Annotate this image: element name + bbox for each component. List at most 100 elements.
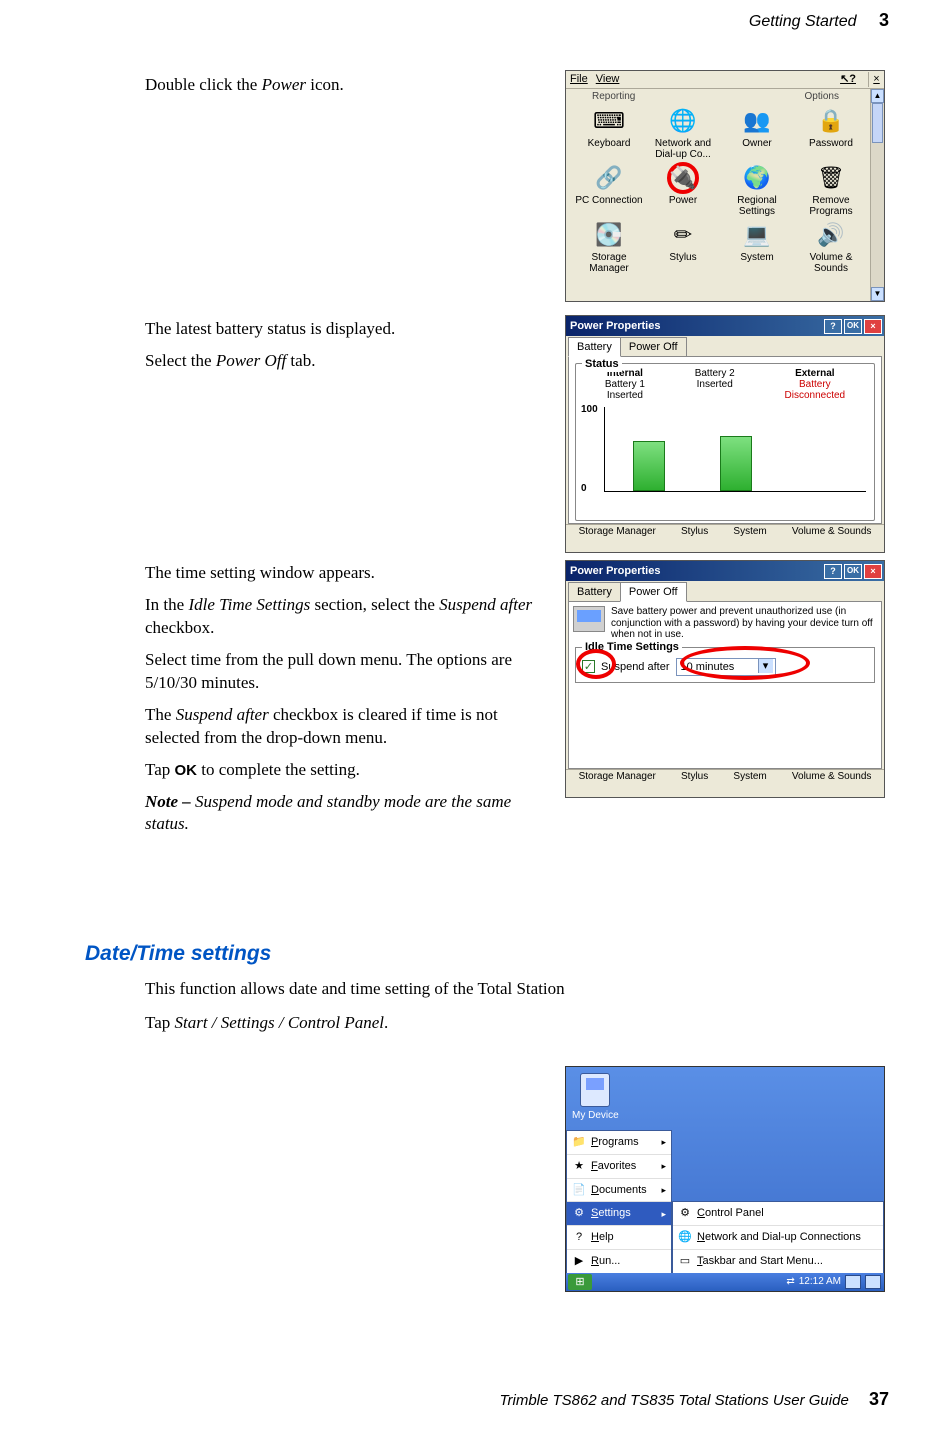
tray-slot-2[interactable] xyxy=(865,1275,881,1289)
bottom-item[interactable]: Volume & Sounds xyxy=(792,527,872,537)
submenu-item-icon: 🌐 xyxy=(678,1231,692,1245)
menu-view[interactable]: View xyxy=(596,72,620,87)
screenshot-power-battery: Power Properties ? OK × Battery Power Of… xyxy=(565,315,885,553)
suspend-checkbox[interactable]: ✓ xyxy=(582,660,595,673)
regional-cell[interactable]: 🌍Regional Settings xyxy=(720,162,794,217)
start-button[interactable]: ⊞ xyxy=(568,1274,592,1290)
bottom-item[interactable]: Stylus xyxy=(681,772,708,782)
t: icon. xyxy=(306,75,344,94)
chapter-number: 3 xyxy=(879,10,889,30)
pc-connection-cell[interactable]: 🔗 PC Connection xyxy=(572,162,646,217)
bottom-item[interactable]: Stylus xyxy=(681,527,708,537)
icon-label: Power xyxy=(646,196,720,207)
battery-columns: InternalBattery 1InsertedBattery 2Insert… xyxy=(580,368,870,401)
time-dropdown[interactable]: 10 minutes xyxy=(676,658,776,677)
start-menu-item[interactable]: ?Help xyxy=(567,1226,671,1250)
tab-power-off[interactable]: Power Off xyxy=(620,337,687,356)
close-icon[interactable]: × xyxy=(868,72,884,87)
ok-button[interactable]: OK xyxy=(844,564,862,579)
battery-chart: 100 0 xyxy=(604,407,866,492)
scroll-up-icon[interactable]: ▲ xyxy=(871,89,884,103)
remove-cell[interactable]: 🗑Remove Programs xyxy=(794,162,868,217)
t: Power xyxy=(262,75,306,94)
help-button[interactable]: ? xyxy=(824,319,842,334)
bottom-item[interactable]: System xyxy=(733,527,766,537)
icon-label: Password xyxy=(794,139,868,150)
owner-cell[interactable]: 👥Owner xyxy=(720,105,794,160)
t: Note – xyxy=(145,792,195,811)
help-button[interactable]: ? xyxy=(824,564,842,579)
submenu-item[interactable]: ▭Taskbar and Start Menu... xyxy=(673,1250,883,1273)
menu-item-icon: ⚙ xyxy=(572,1207,586,1221)
device-icon xyxy=(580,1073,610,1107)
battery-column: ExternalBatteryDisconnected xyxy=(785,368,846,401)
icon-label: PC Connection xyxy=(572,196,646,207)
chevron-right-icon: ▸ xyxy=(661,1208,666,1220)
status-groupbox: Status InternalBattery 1InsertedBattery … xyxy=(575,363,875,521)
t: Suspend mode and standby mode are the sa… xyxy=(145,792,511,834)
chart-bar xyxy=(633,441,665,491)
tray-slot-1[interactable] xyxy=(845,1275,861,1289)
start-menu-item[interactable]: ★Favorites▸ xyxy=(567,1155,671,1179)
submenu-item[interactable]: 🌐 Network and Dial-up Connections xyxy=(673,1226,883,1250)
page-number: 37 xyxy=(869,1389,889,1409)
start-menu-item[interactable]: 📁Programs▸ xyxy=(567,1131,671,1155)
keyboard-cell[interactable]: ⌨Keyboard xyxy=(572,105,646,160)
screenshot-control-panel: File View ↖? × Reporting Options ⌨Keyboa… xyxy=(565,70,885,302)
cut-label-left: Reporting xyxy=(592,90,635,104)
menu-item-label: Settings xyxy=(591,1206,631,1221)
storage-cell[interactable]: 💽Storage Manager xyxy=(572,219,646,274)
tab-content-poweroff: Save battery power and prevent unauthori… xyxy=(568,601,882,769)
chevron-right-icon: ▸ xyxy=(661,1160,666,1172)
menu-item-label: Programs xyxy=(591,1135,639,1150)
power-icon: 🔌 xyxy=(667,162,699,194)
bottom-item[interactable]: Volume & Sounds xyxy=(792,772,872,782)
submenu-item[interactable]: ⚙Control Panel xyxy=(673,1202,883,1226)
stylus-cell[interactable]: ✏Stylus xyxy=(646,219,720,274)
power-cell[interactable]: 🔌 Power xyxy=(646,162,720,217)
start-menu-item[interactable]: ▶Run... xyxy=(567,1250,671,1273)
bottom-item[interactable]: Storage Manager xyxy=(579,772,656,782)
close-button[interactable]: × xyxy=(864,319,882,334)
menu-item-label: Run... xyxy=(591,1254,620,1269)
icon-label: Remove Programs xyxy=(794,196,868,217)
volume-cell[interactable]: 🔊Volume & Sounds xyxy=(794,219,868,274)
scrollbar-vertical[interactable]: ▲ ▼ xyxy=(870,89,884,301)
step3-text: The time setting window appears. In the … xyxy=(145,562,550,845)
my-device-icon[interactable]: My Device xyxy=(572,1073,619,1123)
titlebar: Power Properties ? OK × xyxy=(566,316,884,336)
network-cell[interactable]: 🌐Network and Dial-up Co... xyxy=(646,105,720,160)
pc-connection-icon: 🔗 xyxy=(593,162,625,194)
icon-label: Stylus xyxy=(646,253,720,264)
ok-button[interactable]: OK xyxy=(844,319,862,334)
tab-power-off[interactable]: Power Off xyxy=(620,582,687,602)
start-menu-item[interactable]: ⚙ Settings ▸ xyxy=(567,1202,671,1226)
submenu-item-icon: ▭ xyxy=(678,1255,692,1269)
description-text: Save battery power and prevent unauthori… xyxy=(611,606,877,641)
scroll-thumb[interactable] xyxy=(872,103,883,143)
screenshot-power-off: Power Properties ? OK × Battery Power Of… xyxy=(565,560,885,798)
help-cursor-icon[interactable]: ↖? xyxy=(840,72,856,87)
t: This function allows date and time setti… xyxy=(145,978,765,1001)
close-button[interactable]: × xyxy=(864,564,882,579)
bottom-item[interactable]: System xyxy=(733,772,766,782)
start-menu-item[interactable]: 📄Documents▸ xyxy=(567,1179,671,1203)
tab-content-battery: Status InternalBattery 1InsertedBattery … xyxy=(568,356,882,524)
tab-battery[interactable]: Battery xyxy=(568,582,621,601)
t: Start / Settings / Control Panel xyxy=(175,1013,385,1032)
tab-row: Battery Power Off xyxy=(566,336,884,356)
system-cell[interactable]: 💻System xyxy=(720,219,794,274)
network-tray-icon[interactable]: ⇄ xyxy=(786,1275,794,1289)
window-title: Power Properties xyxy=(570,564,660,579)
tab-battery[interactable]: Battery xyxy=(568,337,621,357)
password-cell[interactable]: 🔒Password xyxy=(794,105,868,160)
scroll-down-icon[interactable]: ▼ xyxy=(871,287,884,301)
t: Select time from the pull down menu. The… xyxy=(145,649,550,695)
menu-file[interactable]: File xyxy=(570,72,588,87)
bottom-item[interactable]: Storage Manager xyxy=(579,527,656,537)
submenu-item-label: Network and Dial-up Connections xyxy=(697,1230,861,1245)
volume-icon: 🔊 xyxy=(815,219,847,251)
menu-item-icon: ★ xyxy=(572,1159,586,1173)
remove-icon: 🗑 xyxy=(815,162,847,194)
menu-item-icon: 📄 xyxy=(572,1183,586,1197)
